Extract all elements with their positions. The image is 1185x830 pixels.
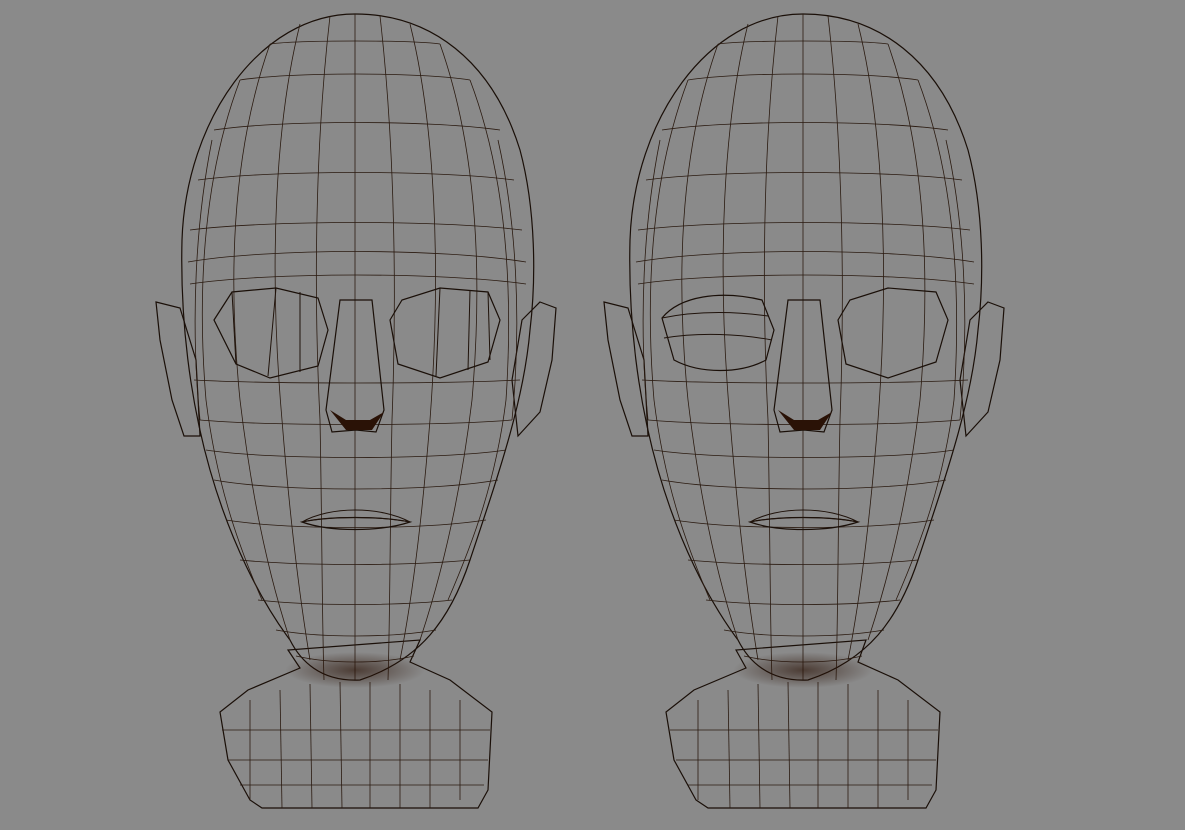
ear-left — [155, 301, 201, 437]
upper-lip — [301, 509, 411, 523]
ear-right — [959, 301, 1005, 438]
mesh-wireframe — [635, 14, 975, 809]
eyelid-crease — [663, 333, 773, 341]
chin-shadow — [285, 652, 425, 688]
chin-shadow — [733, 652, 873, 688]
eyelid-closed-left — [661, 294, 775, 372]
ear-left — [603, 301, 649, 437]
eye-socket-right — [837, 287, 949, 379]
eye-socket-wire — [231, 287, 491, 377]
eyelid-crease-upper — [661, 312, 769, 319]
head-model-right[interactable] — [603, 13, 1005, 809]
nose-shadow — [330, 410, 384, 430]
3d-viewport[interactable] — [0, 0, 1185, 830]
head-surface[interactable] — [629, 13, 983, 681]
upper-lip — [749, 509, 859, 523]
eye-socket-left — [213, 287, 329, 379]
viewport-canvas[interactable] — [0, 0, 1185, 830]
nose-shadow — [778, 410, 832, 430]
head-model-left[interactable] — [155, 13, 557, 809]
mesh-wireframe — [187, 14, 527, 809]
eye-socket-right — [389, 287, 501, 379]
head-surface[interactable] — [181, 13, 535, 681]
ear-right — [511, 301, 557, 438]
